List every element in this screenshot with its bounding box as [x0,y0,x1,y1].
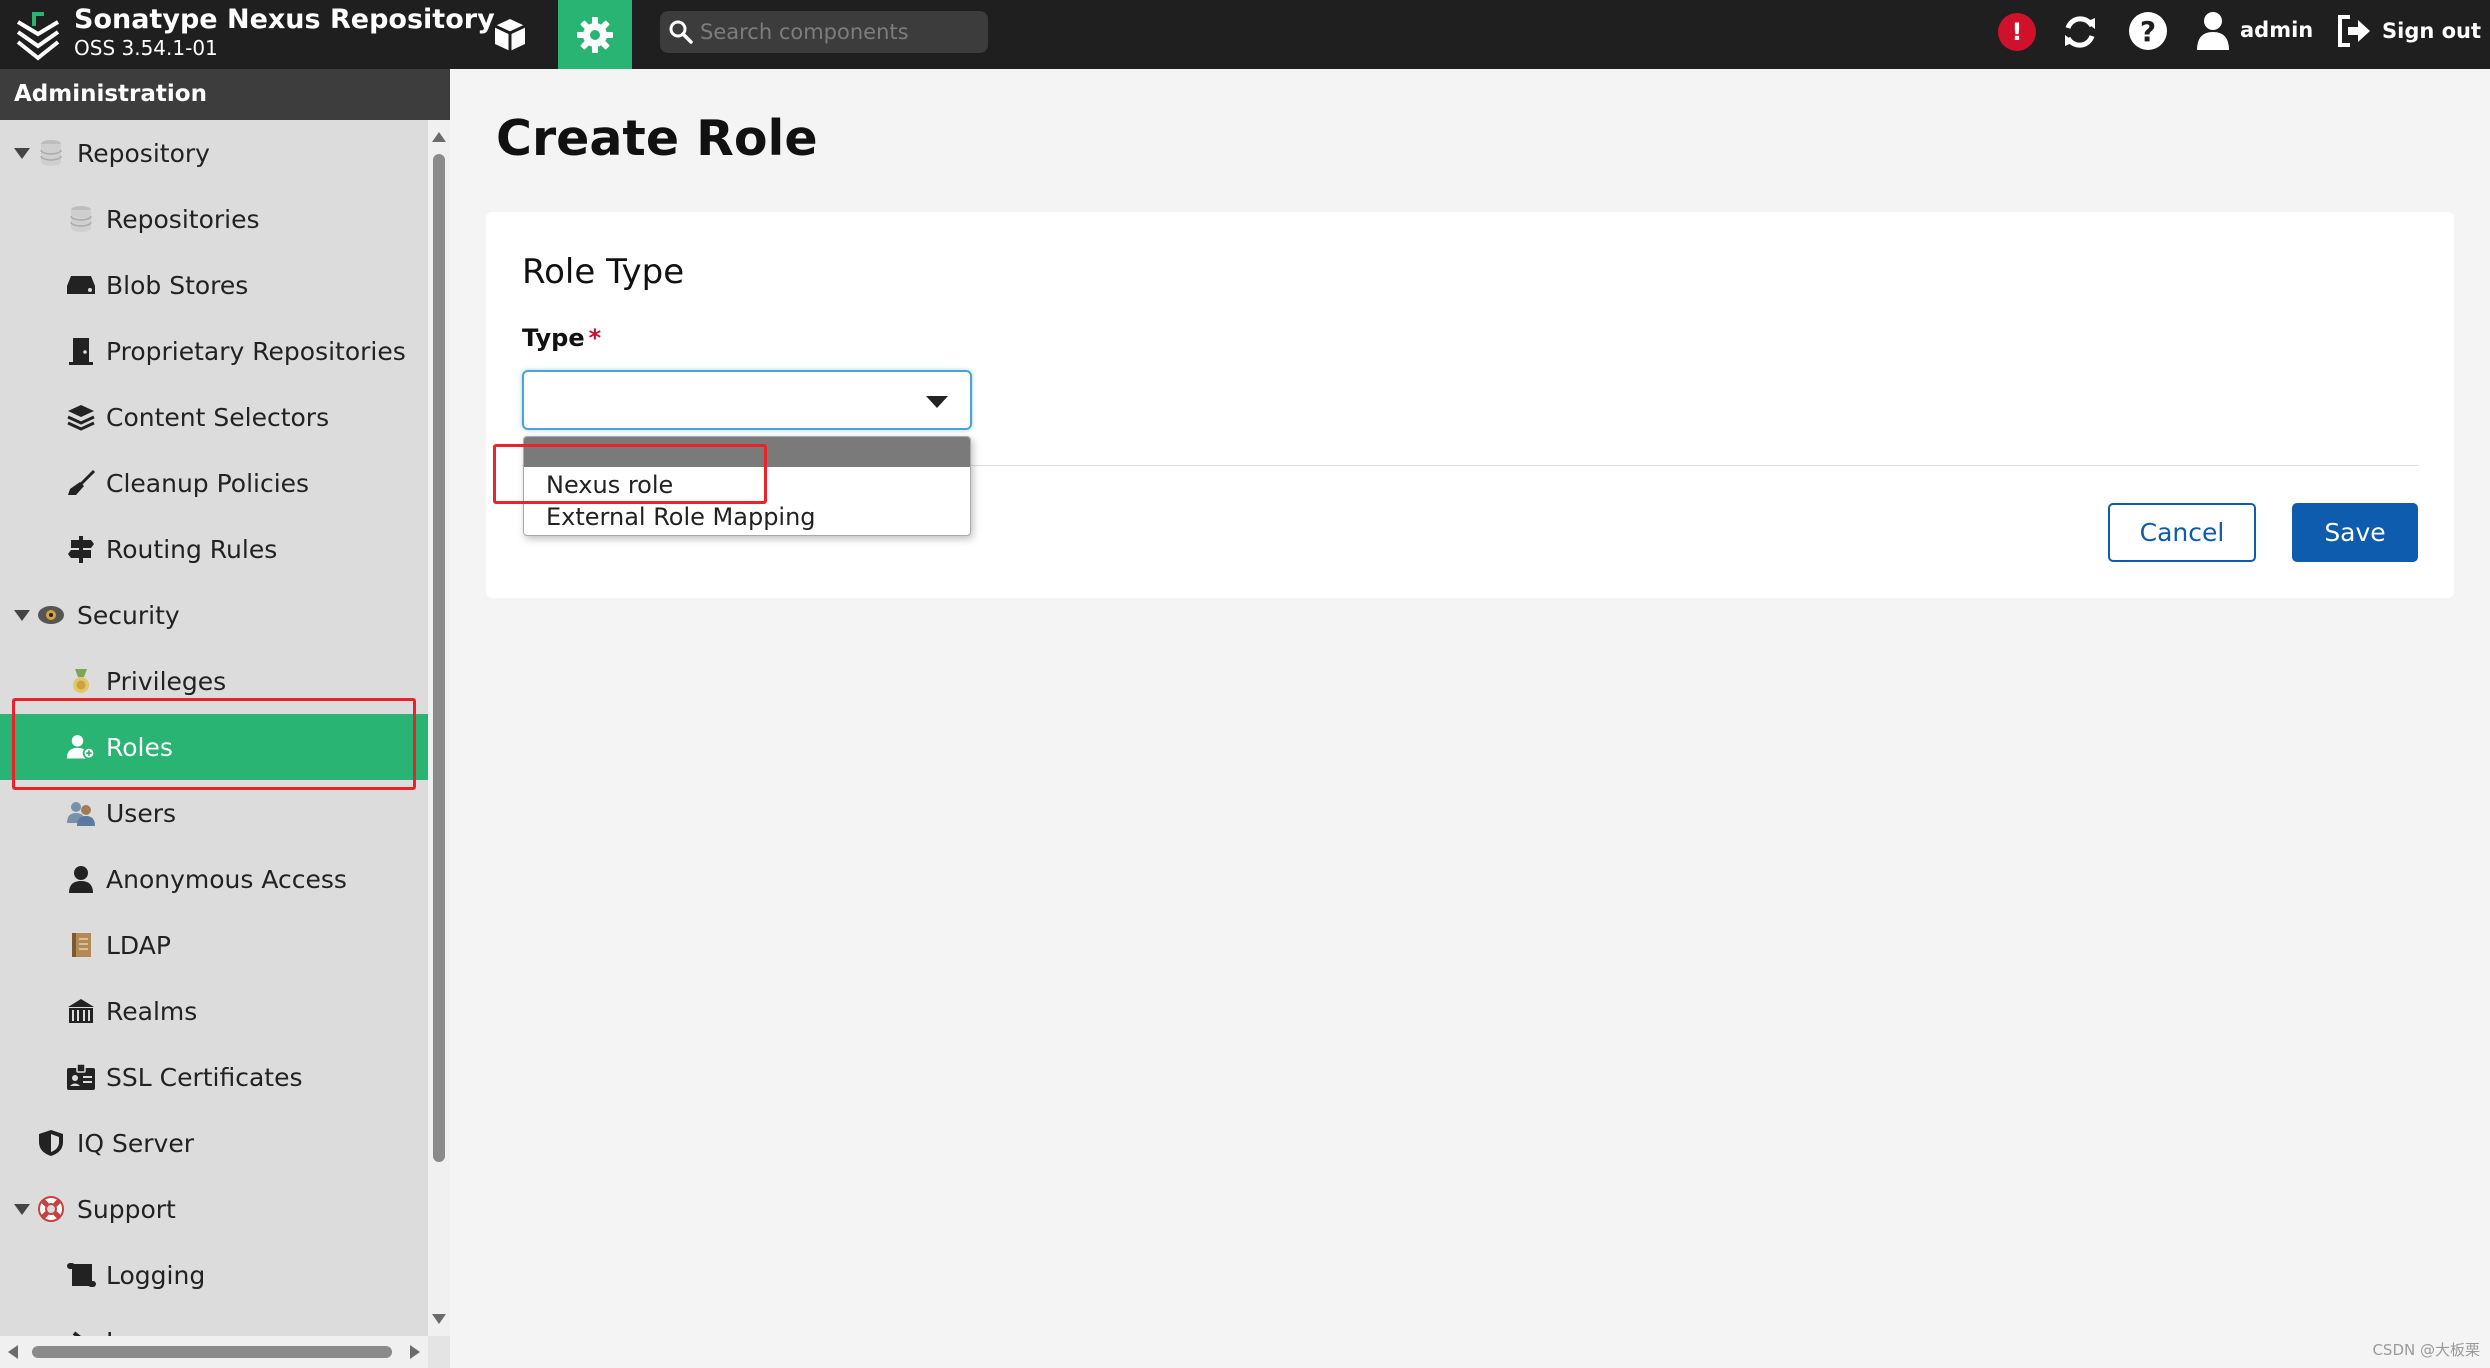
sidebar-item-routing-rules[interactable]: Routing Rules [0,516,428,582]
browse-button[interactable] [480,0,540,69]
alert-icon[interactable]: ! [1998,13,2036,51]
sidebar-item-label: Support [77,1194,176,1224]
highlight-box [12,698,416,790]
nexus-logo-icon[interactable] [14,8,62,62]
sidebar-item-label: Logs [106,1327,164,1337]
sidebar-item-label: SSL Certificates [106,1062,303,1092]
signpost-icon [66,534,96,564]
save-button[interactable]: Save [2292,503,2418,562]
sidebar-item-label: LDAP [106,930,171,960]
sign-out-label: Sign out [2382,19,2482,43]
scrollbar-thumb[interactable] [433,154,445,1162]
scroll-down-icon[interactable] [432,1314,446,1324]
sidebar-item-blob-stores[interactable]: Blob Stores [0,252,428,318]
highlight-box [493,444,767,504]
expand-caret-icon[interactable] [14,1203,30,1215]
search-icon [669,20,693,44]
sidebar-item-label: Realms [106,996,198,1026]
section-title: Role Type [522,252,685,292]
sidebar-header: Administration [0,69,450,120]
sidebar-item-proprietary-repositories[interactable]: Proprietary Repositories [0,318,428,384]
gear-icon [577,16,613,53]
sidebar-item-label: Blob Stores [106,270,249,300]
users-icon [66,798,96,828]
sidebar-item-realms[interactable]: Realms [0,978,428,1044]
required-marker: * [588,324,602,352]
search-input[interactable] [700,17,980,47]
medal-icon [66,666,96,696]
sidebar-item-label: Content Selectors [106,402,330,432]
user-menu[interactable]: admin [2196,10,2313,50]
sidebar-item-logging[interactable]: Logging [0,1242,428,1308]
refresh-icon[interactable] [2060,12,2100,52]
role-form-panel: Role Type Type * Cancel Save [486,212,2454,598]
sidebar-item-label: Routing Rules [106,534,278,564]
sidebar-item-repositories[interactable]: Repositories [0,186,428,252]
user-icon [66,864,96,894]
sign-out-button[interactable]: Sign out [2336,14,2481,48]
scroll-up-icon[interactable] [432,132,446,142]
search-box[interactable] [660,11,988,53]
watermark: CSDN @大板栗 [2372,1341,2480,1359]
book-icon [66,930,96,960]
expand-caret-icon[interactable] [14,609,30,621]
sidebar-item-anonymous-access[interactable]: Anonymous Access [0,846,428,912]
sidebar-item-security[interactable]: Security [0,582,428,648]
sidebar-item-label: Users [106,798,177,828]
sidebar-item-label: Anonymous Access [106,864,347,894]
lifebuoy-icon [36,1194,66,1224]
building-icon [66,996,96,1026]
sidebar-item-label: Privileges [106,666,227,696]
scroll-right-icon[interactable] [410,1345,420,1359]
broom-icon [66,468,96,498]
type-label-text: Type [522,324,585,352]
sidebar-item-cleanup-policies[interactable]: Cleanup Policies [0,450,428,516]
help-icon[interactable]: ? [2129,12,2167,50]
sidebar-item-label: Logging [106,1260,206,1290]
sidebar-item-support[interactable]: Support [0,1176,428,1242]
database-icon [66,204,96,234]
scroll-icon [66,1260,96,1290]
sidebar-item-label: Repositories [106,204,260,234]
certificate-icon [66,1062,96,1092]
brand-title: Sonatype Nexus Repository [74,4,495,35]
sidebar-item-ssl-certificates[interactable]: SSL Certificates [0,1044,428,1110]
sidebar-horizontal-scrollbar[interactable] [0,1336,428,1368]
sidebar-item-label: Cleanup Policies [106,468,310,498]
type-select[interactable] [522,370,972,430]
sidebar-item-iq-server[interactable]: IQ Server [0,1110,428,1176]
hard-drive-icon [66,270,96,300]
sidebar-item-logs[interactable]: Logs [0,1308,428,1336]
type-field-label: Type * [522,324,601,352]
door-icon [66,336,96,366]
sidebar-item-content-selectors[interactable]: Content Selectors [0,384,428,450]
sidebar-item-label: Proprietary Repositories [106,336,406,366]
sidebar-item-ldap[interactable]: LDAP [0,912,428,978]
expand-caret-icon[interactable] [14,147,30,159]
sidebar-item-label: Repository [77,138,210,168]
eye-badge-icon [36,600,66,630]
sign-out-icon [2338,15,2370,47]
top-bar: Sonatype Nexus Repository OSS 3.54.1-01 … [0,0,2490,69]
dropdown-option-external-role-mapping[interactable]: External Role Mapping [546,503,816,531]
shield-icon [36,1128,66,1158]
sidebar-item-label: IQ Server [77,1128,194,1158]
cancel-button[interactable]: Cancel [2108,503,2256,562]
database-icon [36,138,66,168]
brand-version: OSS 3.54.1-01 [74,36,218,60]
administration-button[interactable] [558,0,632,69]
layers-icon [66,402,96,432]
sidebar-item-label: Security [77,600,180,630]
sidebar-vertical-scrollbar[interactable] [428,120,450,1336]
scroll-left-icon[interactable] [8,1345,18,1359]
page-title: Create Role [496,110,818,167]
user-name: admin [2240,18,2314,42]
user-icon [2197,12,2229,50]
chevron-down-icon[interactable] [926,396,948,408]
cube-icon [494,18,526,51]
sidebar-item-repository[interactable]: Repository [0,120,428,186]
scrollbar-thumb[interactable] [32,1346,392,1358]
chevron-right-icon [66,1326,96,1336]
